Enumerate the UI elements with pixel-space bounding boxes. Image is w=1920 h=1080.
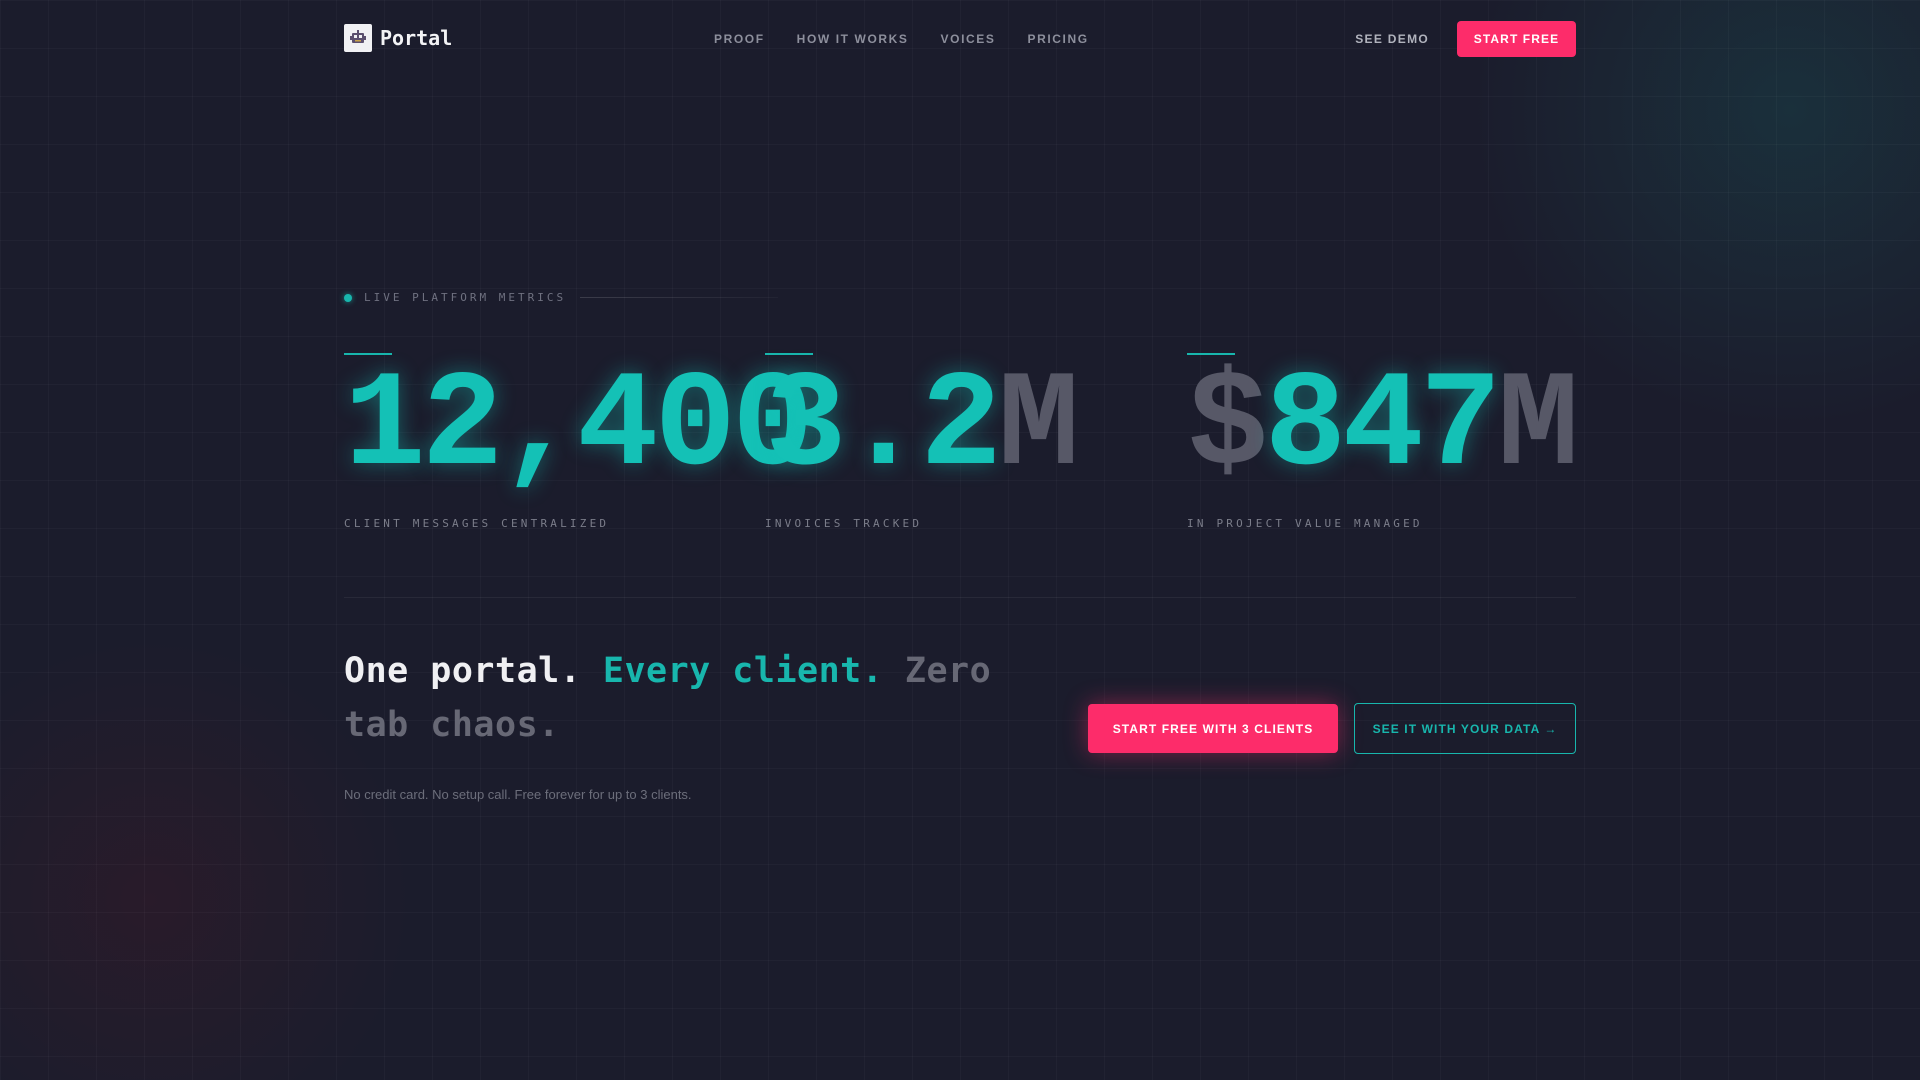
portal-logo-icon [344,24,372,52]
eyebrow-label: LIVE PLATFORM METRICS [364,291,567,304]
see-it-with-your-data-button[interactable]: SEE IT WITH YOUR DATA → [1354,703,1576,754]
stat-number: 3.2 [765,350,1002,504]
headline-part-2: Every client. [602,651,884,691]
section-divider [344,597,1576,598]
stat-label: IN PROJECT VALUE MANAGED [1187,517,1423,530]
top-nav: Portal PROOF HOW IT WORKS VOICES PRICING… [344,21,1576,57]
nav-link-pricing[interactable]: PRICING [1027,32,1088,46]
start-free-button[interactable]: START FREE [1457,21,1576,57]
hero-subtext: No credit card. No setup call. Free fore… [344,787,692,802]
nav-links: PROOF HOW IT WORKS VOICES PRICING [714,21,1121,57]
start-free-with-3-clients-button[interactable]: START FREE WITH 3 CLIENTS [1088,704,1338,753]
stat-value: 3.2M [765,357,1079,497]
landing-page: Portal PROOF HOW IT WORKS VOICES PRICING… [0,0,1920,1080]
stat-suffix: M [1497,350,1579,504]
nav-link-proof[interactable]: PROOF [714,32,765,46]
brand-link[interactable]: Portal [344,24,452,52]
stat-number: 12,400 [344,350,814,504]
stat-prefix: $ [1187,350,1269,504]
stat-invoices: 3.2M INVOICES TRACKED [765,353,1195,530]
stat-project-value: $847M IN PROJECT VALUE MANAGED [1187,353,1617,530]
nav-link-how-it-works[interactable]: HOW IT WORKS [797,32,909,46]
background-grid [0,0,1920,1080]
stat-label: CLIENT MESSAGES CENTRALIZED [344,517,610,530]
hero-headline: One portal. Every client. Zero tab chaos… [344,644,1024,752]
see-demo-link[interactable]: SEE DEMO [1355,21,1429,57]
stat-number: 847 [1264,350,1502,504]
stat-label: INVOICES TRACKED [765,517,923,530]
brand-name: Portal [380,26,453,50]
live-dot-icon [344,293,352,302]
stat-suffix: M [997,350,1080,504]
eyebrow-divider [580,297,779,298]
stat-value: 12,400 [344,357,814,497]
headline-part-1: One portal. [344,651,582,691]
metrics-eyebrow: LIVE PLATFORM METRICS [344,291,779,304]
nav-link-voices[interactable]: VOICES [941,32,996,46]
stat-value: $847M [1187,357,1579,497]
stat-messages: 12,400 CLIENT MESSAGES CENTRALIZED [344,353,814,530]
